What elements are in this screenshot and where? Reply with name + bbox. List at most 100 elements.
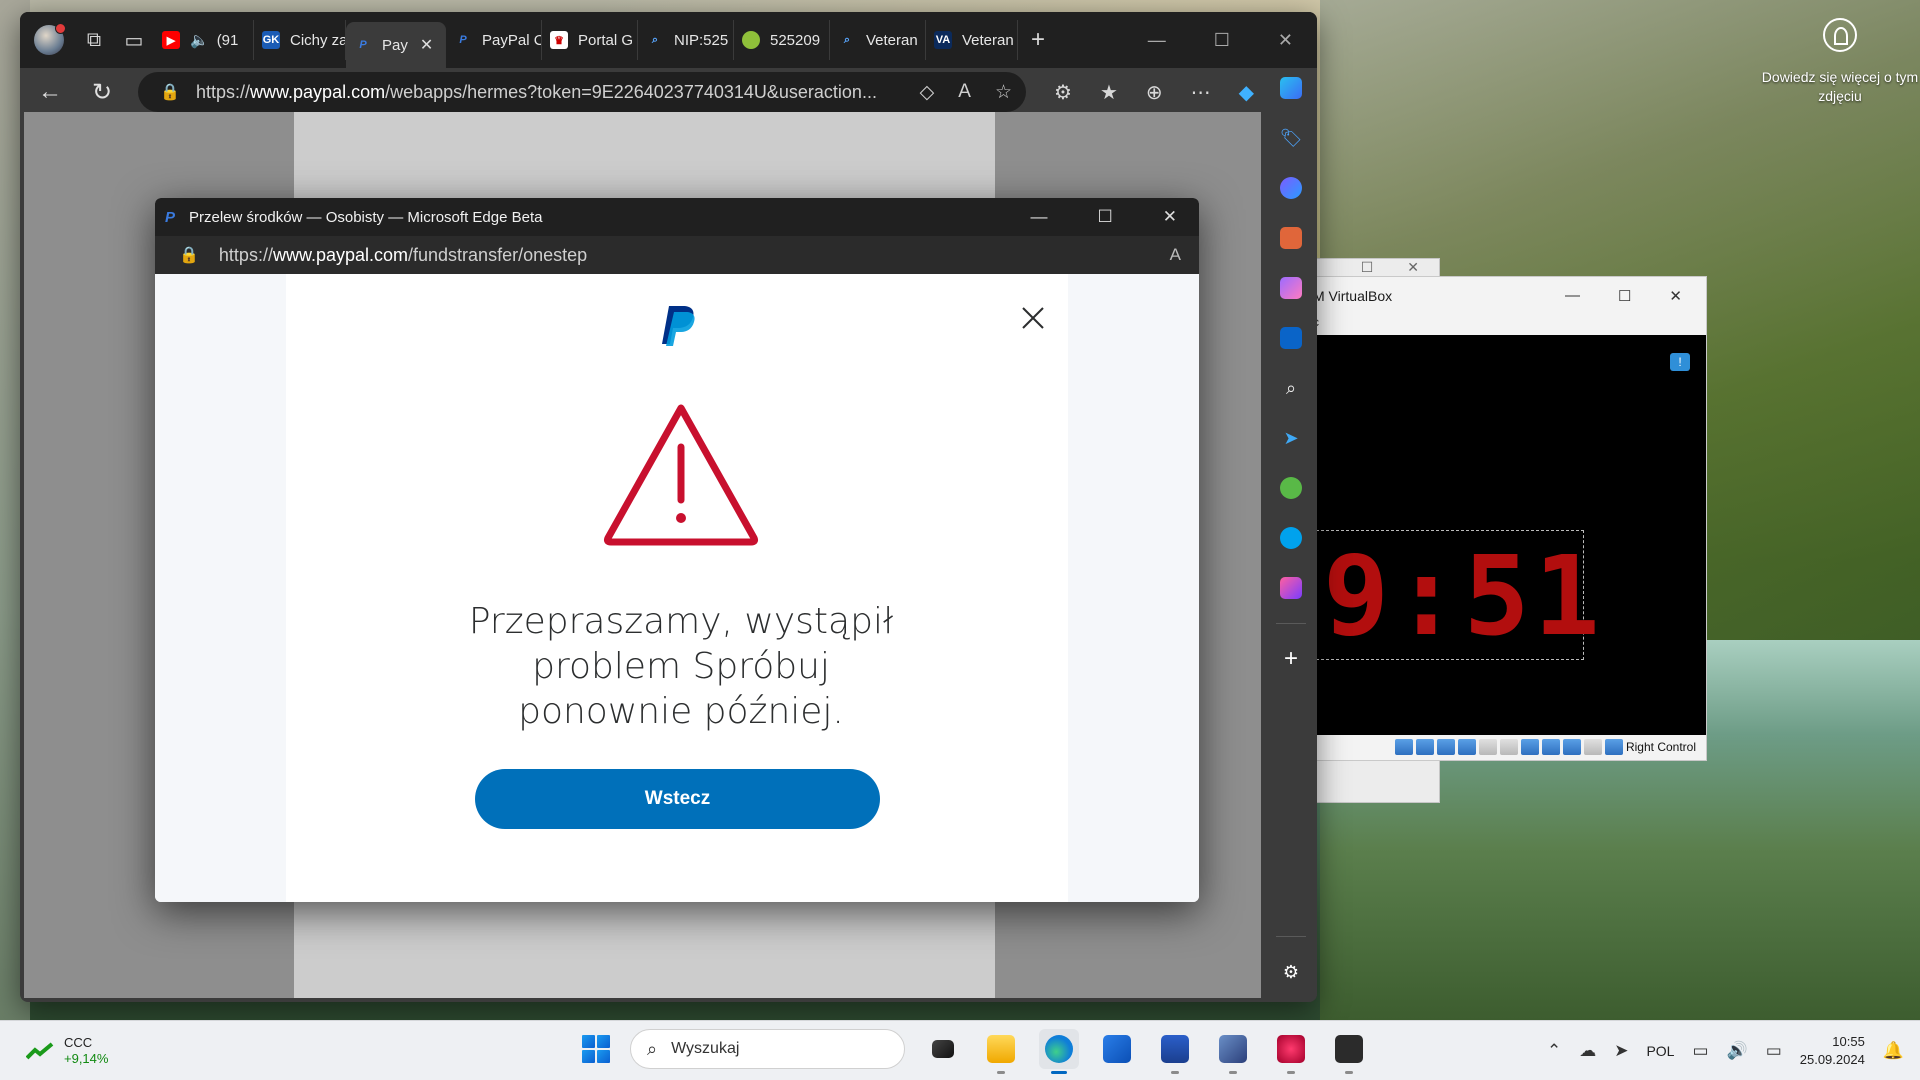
minimize-icon[interactable]: — [1031, 207, 1048, 227]
paypal-icon: P [459, 34, 467, 46]
store-app[interactable] [1097, 1029, 1137, 1069]
save-disk-app[interactable] [1155, 1029, 1195, 1074]
terminal-app[interactable] [1329, 1029, 1369, 1074]
tab-paypal[interactable]: P PayPal C [446, 20, 542, 60]
shopping-tag-icon[interactable]: 🏷 [1273, 120, 1309, 156]
taskbar: CCC +9,14% ⌕ Wyszukaj ⌃ ☁ ➤ POL ▭ 🔊 ▭ 10… [0, 1020, 1920, 1080]
tab-label: (91 [216, 31, 239, 49]
close-icon[interactable] [1019, 304, 1047, 332]
notification-icon[interactable]: ! [1670, 353, 1690, 371]
read-aloud-icon[interactable]: A [958, 81, 971, 104]
edge-app[interactable] [1039, 1029, 1079, 1074]
read-aloud-icon[interactable]: A [1170, 245, 1199, 265]
copilot-logo-icon[interactable] [1273, 170, 1309, 206]
language-indicator[interactable]: POL [1646, 1043, 1674, 1059]
profile-avatar[interactable] [34, 23, 66, 55]
tools-briefcase-icon[interactable] [1273, 220, 1309, 256]
minimize-icon[interactable]: — [1565, 287, 1580, 305]
lock-icon[interactable]: 🔒 [160, 82, 180, 102]
maximize-icon[interactable]: ☐ [1618, 287, 1631, 305]
sidebar-separator [1276, 623, 1306, 624]
network-icon[interactable] [1457, 738, 1476, 755]
mouse-integration-icon[interactable] [1583, 738, 1602, 755]
skype-icon[interactable] [1273, 520, 1309, 556]
outlook-icon[interactable] [1273, 320, 1309, 356]
speaker-icon[interactable]: 🔈 [190, 31, 209, 49]
vm-screen[interactable]: ! 9:51 [1291, 335, 1706, 735]
host-key-label: Right Control [1625, 739, 1696, 754]
popup-url[interactable]: https://www.paypal.com/fundstransfer/one… [219, 245, 587, 266]
close-tab-icon[interactable]: ✕ [420, 35, 433, 55]
games-icon[interactable] [1273, 270, 1309, 306]
designer-icon[interactable] [1273, 570, 1309, 606]
clock[interactable]: 10:55 25.09.2024 [1800, 1033, 1865, 1069]
paypal-popup-window[interactable]: P Przelew środków — Osobisty — Microsoft… [155, 198, 1199, 902]
tab-veteran-search[interactable]: ⌕ Veteran [830, 20, 926, 60]
address-url[interactable]: https://www.paypal.com/webapps/hermes?to… [196, 82, 906, 103]
vm-menubar[interactable]: c [1291, 315, 1706, 335]
tab-label: Cichy za [290, 31, 346, 49]
notification-bell-icon[interactable]: 🔔 [1883, 1041, 1904, 1061]
virtualbox-vm-window[interactable]: M VirtualBox — ☐ ✕ c ! 9:51 Right Contro… [1290, 276, 1707, 761]
location-icon[interactable]: ➤ [1614, 1041, 1628, 1061]
add-sidebar-app-icon[interactable]: + [1273, 641, 1309, 677]
network-icon[interactable]: ▭ [1692, 1041, 1708, 1061]
collections-icon[interactable]: ⊕ [1146, 80, 1163, 105]
close-icon[interactable]: ✕ [1669, 287, 1682, 305]
shared-folder-icon[interactable] [1499, 738, 1518, 755]
search-icon: ⌕ [651, 33, 659, 46]
lock-icon[interactable]: 🔒 [179, 245, 199, 265]
tab-actions-icon[interactable]: ▭ [114, 20, 154, 60]
more-menu-icon[interactable]: ⋯ [1191, 80, 1211, 105]
task-view-button[interactable] [923, 1029, 963, 1069]
tab-nip-search[interactable]: ⌕ NIP:525 [638, 20, 734, 60]
sidebar-settings-icon[interactable]: ⚙ [1273, 954, 1309, 990]
file-explorer-app[interactable] [981, 1029, 1021, 1074]
popup-address-bar[interactable]: 🔒 https://www.paypal.com/fundstransfer/o… [155, 236, 1199, 274]
display-icon[interactable] [1520, 738, 1539, 755]
workspaces-icon[interactable]: ⧉ [74, 20, 114, 60]
close-icon[interactable]: ✕ [1278, 30, 1293, 51]
send-icon[interactable]: ➤ [1273, 420, 1309, 456]
tab-gk[interactable]: GK Cichy za [254, 20, 346, 60]
coupon-tag-icon[interactable]: ◇ [920, 81, 935, 104]
tab-portal-gov[interactable]: ♛ Portal G [542, 20, 638, 60]
copilot-icon[interactable]: ◆ [1239, 80, 1254, 105]
stock-widget[interactable]: CCC +9,14% [0, 1035, 200, 1067]
back-button[interactable]: Wstecz [475, 769, 880, 829]
minimize-icon[interactable]: — [1148, 30, 1166, 51]
host-key-icon[interactable] [1604, 738, 1623, 755]
close-icon[interactable]: ✕ [1163, 207, 1177, 227]
virtualbox-app[interactable] [1213, 1029, 1253, 1074]
recording-icon[interactable] [1541, 738, 1560, 755]
favorites-icon[interactable]: ★ [1100, 80, 1118, 105]
chevron-up-icon[interactable]: ⌃ [1547, 1041, 1561, 1061]
tab-veteran-va[interactable]: VA Veteran [926, 20, 1018, 60]
tab-paypal-active[interactable]: P Pay ✕ [346, 22, 446, 68]
extensions-icon[interactable]: ⚙ [1054, 80, 1072, 105]
learn-more-about-photo[interactable]: Dowiedz się więcej o tym zdjęciu [1760, 18, 1920, 106]
start-button[interactable] [580, 1033, 612, 1065]
onedrive-icon[interactable]: ☁ [1579, 1041, 1596, 1061]
maximize-icon[interactable]: ☐ [1214, 30, 1230, 51]
tab-number[interactable]: 525209 [734, 20, 830, 60]
harddisk-icon[interactable] [1394, 738, 1413, 755]
volume-icon[interactable]: 🔊 [1727, 1041, 1748, 1061]
copilot-sidebar-icon[interactable] [1273, 70, 1309, 106]
favorite-star-icon[interactable]: ☆ [995, 81, 1012, 104]
recorder-app[interactable] [1271, 1029, 1311, 1074]
address-bar[interactable]: 🔒 https://www.paypal.com/webapps/hermes?… [138, 72, 1026, 112]
refresh-icon[interactable]: ↻ [76, 72, 128, 112]
tab-youtube[interactable]: ▶ 🔈 (91 [154, 20, 254, 60]
audio-icon[interactable] [1436, 738, 1455, 755]
maximize-icon[interactable]: ☐ [1098, 207, 1113, 227]
battery-icon[interactable]: ▭ [1766, 1041, 1782, 1061]
optical-drive-icon[interactable] [1415, 738, 1434, 755]
cpu-icon[interactable] [1562, 738, 1581, 755]
search-sidebar-icon[interactable]: ⌕ [1273, 370, 1309, 406]
new-tab-icon[interactable]: + [1018, 20, 1058, 60]
back-icon[interactable]: ← [24, 72, 76, 112]
taskbar-search[interactable]: ⌕ Wyszukaj [630, 1029, 905, 1069]
usb-icon[interactable] [1478, 738, 1497, 755]
tree-icon[interactable] [1273, 470, 1309, 506]
